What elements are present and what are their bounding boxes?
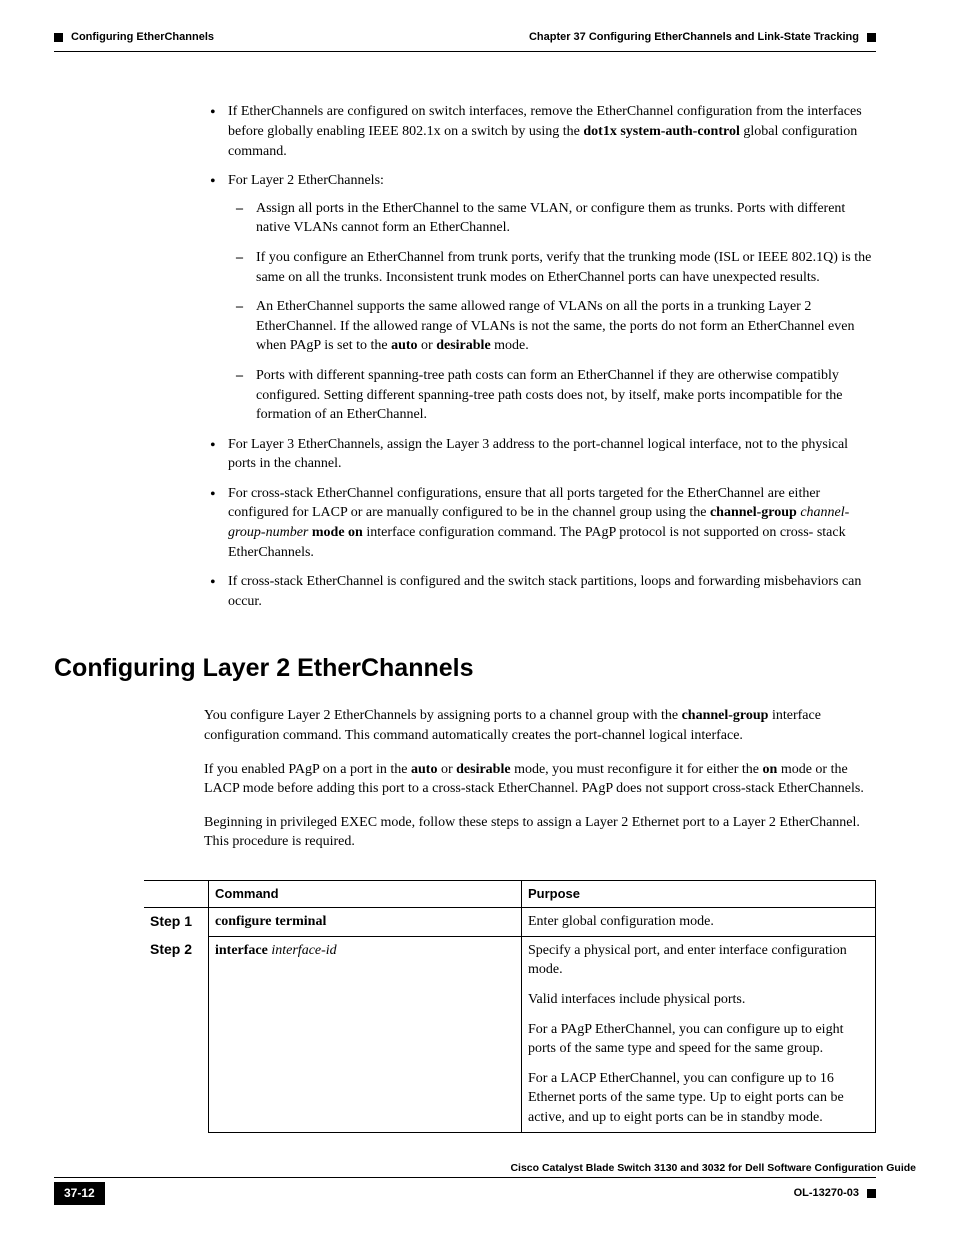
text: Beginning in privileged EXEC mode, follo… (204, 815, 860, 850)
text: Specify a physical port, and enter inter… (528, 941, 869, 980)
command-table: Command Purpose Step 1 configure termina… (144, 880, 876, 1133)
command-cell: interface interface-id (209, 936, 522, 1132)
text-bold: mode on (312, 525, 363, 540)
text: You configure Layer 2 EtherChannels by a… (204, 708, 682, 723)
text-bold: desirable (436, 338, 490, 353)
step-cell: Step 2 (144, 936, 209, 1132)
header-left: Configuring EtherChannels (54, 30, 214, 45)
doc-id: OL-13270-03 (794, 1186, 859, 1201)
footer-title: Cisco Catalyst Blade Switch 3130 and 303… (54, 1161, 916, 1176)
text: If you configure an EtherChannel from tr… (256, 250, 871, 285)
header-chapter: Chapter 37 Configuring EtherChannels and… (529, 30, 859, 45)
section-heading: Configuring Layer 2 EtherChannels (54, 651, 876, 686)
sub-list: Assign all ports in the EtherChannel to … (228, 199, 876, 425)
main-content: If EtherChannels are configured on switc… (204, 102, 876, 611)
table-row: Step 1 configure terminal Enter global c… (144, 908, 876, 937)
step-cell: Step 1 (144, 908, 209, 937)
header-marker-icon (54, 33, 63, 42)
header-rule (54, 51, 876, 52)
paragraph: If you enabled PAgP on a port in the aut… (204, 760, 876, 799)
list-item: For cross-stack EtherChannel configurati… (204, 484, 876, 562)
page-footer: Cisco Catalyst Blade Switch 3130 and 303… (54, 1161, 876, 1205)
text: Assign all ports in the EtherChannel to … (256, 201, 845, 236)
text: If you enabled PAgP on a port in the (204, 762, 411, 777)
page: Configuring EtherChannels Chapter 37 Con… (0, 0, 954, 1235)
text: For a PAgP EtherChannel, you can configu… (528, 1020, 869, 1059)
table-header-step (144, 881, 209, 908)
text-bold: on (763, 762, 778, 777)
text: An EtherChannel supports the same allowe… (256, 299, 854, 353)
table-header-command: Command (209, 881, 522, 908)
list-item: If EtherChannels are configured on switc… (204, 102, 876, 161)
text: mode. (491, 338, 529, 353)
list-item: An EtherChannel supports the same allowe… (228, 297, 876, 356)
text-bold: dot1x system-auth-control (583, 124, 739, 139)
list-item: For Layer 3 EtherChannels, assign the La… (204, 435, 876, 474)
header-section: Configuring EtherChannels (71, 30, 214, 45)
text: For Layer 3 EtherChannels, assign the La… (228, 437, 848, 472)
text-italic: interface-id (268, 943, 337, 958)
text: For Layer 2 EtherChannels: (228, 173, 384, 188)
text: or (418, 338, 437, 353)
list-item: Ports with different spanning-tree path … (228, 366, 876, 425)
page-number: 37-12 (54, 1182, 105, 1205)
table-header-row: Command Purpose (144, 881, 876, 908)
paragraph: Beginning in privileged EXEC mode, follo… (204, 813, 876, 852)
text-bold: channel-group (710, 505, 797, 520)
text: Ports with different spanning-tree path … (256, 368, 842, 422)
footer-marker-icon (867, 1189, 876, 1198)
text-bold: interface (215, 943, 268, 958)
list-item: Assign all ports in the EtherChannel to … (228, 199, 876, 238)
text-bold: desirable (456, 762, 510, 777)
table-row: Step 2 interface interface-id Specify a … (144, 936, 876, 1132)
text: mode, you must reconfigure it for either… (511, 762, 763, 777)
text-bold: configure terminal (215, 914, 326, 929)
header-marker-icon (867, 33, 876, 42)
purpose-cell: Enter global configuration mode. (522, 908, 876, 937)
text-bold: channel-group (682, 708, 769, 723)
footer-bar: 37-12 OL-13270-03 (54, 1182, 876, 1205)
text: Valid interfaces include physical ports. (528, 990, 869, 1010)
page-header: Configuring EtherChannels Chapter 37 Con… (54, 30, 876, 45)
footer-right: OL-13270-03 (794, 1186, 876, 1201)
section-body: You configure Layer 2 EtherChannels by a… (204, 706, 876, 1132)
bullet-list: If EtherChannels are configured on switc… (204, 102, 876, 611)
command-cell: configure terminal (209, 908, 522, 937)
text: or (437, 762, 456, 777)
text-bold: auto (411, 762, 437, 777)
footer-rule (54, 1177, 876, 1178)
text: For a LACP EtherChannel, you can configu… (528, 1069, 869, 1128)
purpose-cell: Specify a physical port, and enter inter… (522, 936, 876, 1132)
table-header-purpose: Purpose (522, 881, 876, 908)
header-right: Chapter 37 Configuring EtherChannels and… (529, 30, 876, 45)
text: If cross-stack EtherChannel is configure… (228, 574, 861, 609)
list-item: If you configure an EtherChannel from tr… (228, 248, 876, 287)
list-item: If cross-stack EtherChannel is configure… (204, 572, 876, 611)
text-bold: auto (391, 338, 417, 353)
paragraph: You configure Layer 2 EtherChannels by a… (204, 706, 876, 745)
list-item: For Layer 2 EtherChannels: Assign all po… (204, 171, 876, 425)
